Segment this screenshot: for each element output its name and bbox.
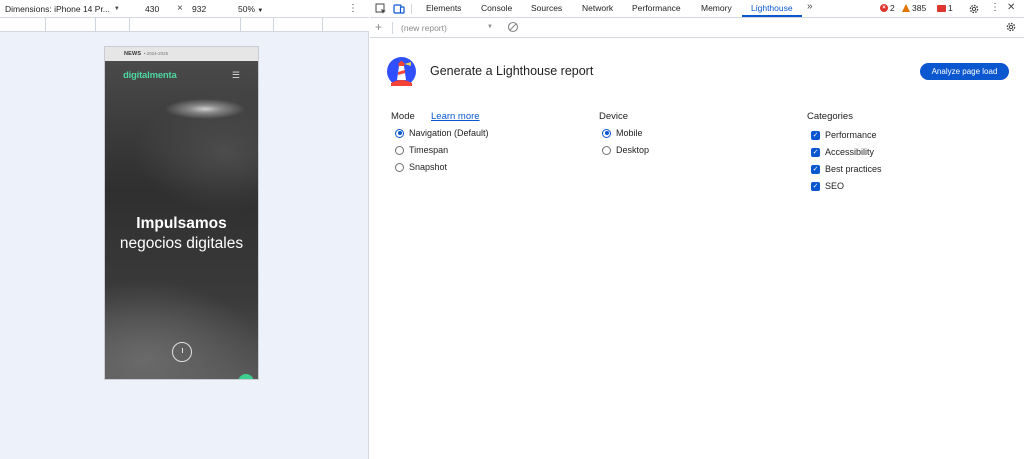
whatsapp-chat-button[interactable]: ✓ — [238, 374, 254, 379]
category-performance[interactable]: ✓ Performance — [811, 130, 877, 140]
scroll-down-icon[interactable] — [172, 342, 192, 362]
radio-unselected[interactable] — [395, 162, 404, 172]
ruler-tick — [240, 18, 241, 32]
radio-selected[interactable] — [395, 128, 404, 138]
hamburger-menu-icon[interactable]: ☰ — [232, 70, 240, 81]
lighthouse-toolbar: + (new report) ▼ — [370, 18, 1024, 38]
radio-unselected[interactable] — [602, 145, 611, 155]
hero-image: digitalmenta ☰ Impulsamos negocios digit… — [105, 61, 258, 379]
device-option-mobile[interactable]: Mobile — [602, 128, 643, 138]
site-logo[interactable]: digitalmenta — [123, 70, 177, 81]
clear-reports-icon[interactable] — [507, 21, 519, 33]
tab-lighthouse[interactable]: Lighthouse — [751, 3, 793, 13]
chevron-down-icon[interactable]: ▼ — [114, 6, 120, 12]
toolbar-divider — [411, 4, 412, 14]
zoom-select[interactable]: 50% ▼ — [238, 4, 263, 14]
checkbox-checked[interactable]: ✓ — [811, 130, 820, 140]
ruler-tick — [45, 18, 46, 32]
checkbox-checked[interactable]: ✓ — [811, 164, 820, 174]
ruler-tick — [95, 18, 96, 32]
tab-sources[interactable]: Sources — [531, 3, 562, 13]
news-date: • 2024-2025 — [143, 51, 169, 56]
tab-console[interactable]: Console — [481, 3, 512, 13]
settings-gear-icon[interactable] — [968, 3, 980, 15]
chevron-down-icon[interactable]: ▼ — [487, 24, 493, 30]
tab-network[interactable]: Network — [582, 3, 613, 13]
tab-performance[interactable]: Performance — [632, 3, 681, 13]
device-height-input[interactable]: 932 — [192, 4, 206, 14]
mode-option-label: Navigation (Default) — [409, 128, 489, 138]
lighthouse-settings-gear-icon[interactable] — [1005, 21, 1017, 33]
mode-heading: Mode — [391, 111, 415, 122]
zoom-value: 50% — [238, 4, 256, 14]
hero-headline-bold: Impulsamos — [136, 215, 227, 232]
devtools-panel: Elements Console Sources Network Perform… — [370, 0, 1024, 459]
category-label: Performance — [825, 130, 877, 140]
more-tabs-icon[interactable]: » — [807, 1, 813, 12]
device-option-label: Desktop — [616, 145, 650, 155]
news-bar: NEWS • 2024-2025 — [105, 47, 258, 61]
radio-selected[interactable] — [602, 128, 611, 138]
device-toolbar-more-icon[interactable]: ⋮ — [348, 3, 358, 14]
device-option-label: Mobile — [616, 128, 643, 138]
error-count-badge[interactable]: × 2 — [880, 3, 895, 13]
media-query-ruler — [0, 18, 369, 32]
toolbar-divider — [392, 22, 393, 34]
chevron-down-icon: ▼ — [257, 8, 264, 14]
issues-icon — [937, 4, 946, 12]
lighthouse-logo-icon — [387, 57, 416, 86]
mode-option-timespan[interactable]: Timespan — [395, 145, 448, 155]
checkbox-checked[interactable]: ✓ — [811, 147, 820, 157]
checkbox-checked[interactable]: ✓ — [811, 181, 820, 191]
category-accessibility[interactable]: ✓ Accessibility — [811, 147, 874, 157]
device-emulation-pane: Dimensions: iPhone 14 Pr... ▼ 430 × 932 … — [0, 0, 369, 459]
tab-memory[interactable]: Memory — [701, 3, 732, 13]
close-devtools-icon[interactable]: ✕ — [1007, 2, 1015, 13]
emulated-device-viewport[interactable]: NEWS • 2024-2025 digitalmenta ☰ Impulsam… — [104, 46, 259, 380]
report-select[interactable]: (new report) — [401, 23, 447, 33]
error-icon: × — [880, 4, 888, 12]
error-count: 2 — [890, 3, 895, 13]
news-label: NEWS — [124, 51, 142, 57]
warning-count-badge[interactable]: 385 — [902, 3, 926, 13]
customize-devtools-icon[interactable]: ⋮ — [990, 2, 1000, 13]
inspect-element-icon[interactable] — [375, 3, 387, 15]
category-best-practices[interactable]: ✓ Best practices — [811, 164, 882, 174]
device-heading: Device — [599, 111, 629, 122]
hero-headline-light: negocios digitales — [119, 235, 244, 252]
add-report-icon[interactable]: + — [375, 20, 382, 34]
lighthouse-title: Generate a Lighthouse report — [430, 64, 594, 78]
mode-option-label: Snapshot — [409, 162, 448, 172]
ruler-tick — [322, 18, 323, 32]
issues-count: 1 — [948, 3, 953, 13]
device-toolbar: Dimensions: iPhone 14 Pr... ▼ 430 × 932 … — [0, 0, 369, 18]
mode-option-navigation[interactable]: Navigation (Default) — [395, 128, 489, 138]
categories-heading: Categories — [807, 111, 853, 122]
analyze-page-load-button[interactable]: Analyze page load — [920, 63, 1009, 80]
dimension-separator: × — [177, 3, 183, 14]
warning-icon — [902, 4, 910, 12]
device-dimensions-select[interactable]: Dimensions: iPhone 14 Pr... — [5, 4, 110, 14]
category-seo[interactable]: ✓ SEO — [811, 181, 844, 191]
device-width-input[interactable]: 430 — [145, 4, 159, 14]
category-label: SEO — [825, 181, 845, 191]
radio-unselected[interactable] — [395, 145, 404, 155]
learn-more-link[interactable]: Learn more — [431, 111, 480, 122]
devtools-tab-bar: Elements Console Sources Network Perform… — [370, 0, 1024, 18]
active-tab-indicator — [742, 15, 802, 17]
ruler-tick — [273, 18, 274, 32]
tab-elements[interactable]: Elements — [426, 3, 461, 13]
device-option-desktop[interactable]: Desktop — [602, 145, 649, 155]
category-label: Accessibility — [825, 147, 875, 157]
mode-option-snapshot[interactable]: Snapshot — [395, 162, 447, 172]
ruler-tick — [129, 18, 130, 32]
device-toolbar-toggle-icon[interactable] — [393, 3, 405, 15]
issues-count-badge[interactable]: 1 — [937, 3, 953, 13]
mode-option-label: Timespan — [409, 145, 449, 155]
warning-count: 385 — [912, 3, 927, 13]
category-label: Best practices — [825, 164, 882, 174]
